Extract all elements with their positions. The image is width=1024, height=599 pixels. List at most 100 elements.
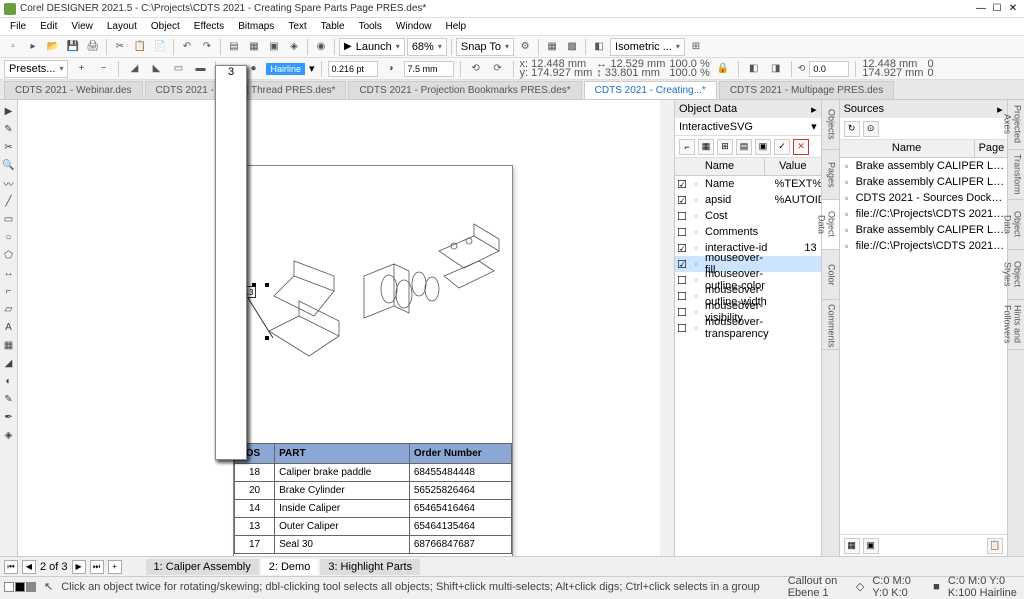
pb3[interactable]: ▭: [169, 60, 187, 78]
data-field-row[interactable]: ☑▫Name%TEXT%: [675, 176, 821, 192]
remove-preset-button[interactable]: −: [94, 60, 112, 78]
od-btn4[interactable]: ▤: [736, 139, 752, 155]
t1[interactable]: ▤: [225, 38, 243, 56]
launch-dropdown[interactable]: ▶ Launch ▾: [339, 38, 405, 56]
t8[interactable]: ⊞: [687, 38, 705, 56]
source-row[interactable]: ▫Brake assembly CALIPER LIST.xls3: [840, 222, 1007, 238]
doc-tab[interactable]: CDTS 2021 - Webinar.des: [4, 81, 143, 99]
transparency-tool[interactable]: ◐: [0, 372, 17, 390]
data-field-row[interactable]: ☐▫Cost: [675, 208, 821, 224]
page-tab[interactable]: 3: Highlight Parts: [320, 559, 420, 575]
last-page-button[interactable]: ⏭: [90, 560, 104, 574]
lock-ratio-button[interactable]: 🔒: [714, 60, 732, 78]
vertical-scrollbar[interactable]: [660, 100, 674, 556]
outline-tool[interactable]: ✒: [0, 408, 17, 426]
selector-label[interactable]: InteractiveSVG: [679, 121, 753, 133]
crop-tool[interactable]: ✂: [0, 138, 17, 156]
fill-swatch-icon[interactable]: ◇: [856, 580, 864, 593]
next-page-button[interactable]: ▶: [72, 560, 86, 574]
freehand-tool[interactable]: 〰: [0, 174, 17, 192]
projection-dropdown[interactable]: Isometric ... ▾: [610, 38, 685, 56]
add-preset-button[interactable]: +: [72, 60, 90, 78]
snap-dropdown[interactable]: Snap To ▾: [456, 38, 514, 56]
menu-window[interactable]: Window: [390, 19, 438, 34]
docker-menu-icon[interactable]: ▸: [811, 103, 817, 116]
show-rulers[interactable]: ◉: [312, 38, 330, 56]
data-field-row[interactable]: ☑▫apsid%AUTOID%: [675, 192, 821, 208]
zoom-combo[interactable]: 68% ▾: [407, 38, 447, 56]
close-button[interactable]: ✕: [1006, 2, 1020, 16]
callout-tool[interactable]: ▱: [0, 300, 17, 318]
doc-tab[interactable]: CDTS 2021 - Creating...*: [584, 81, 717, 99]
recent-colors[interactable]: [4, 582, 36, 592]
prev-page-button[interactable]: ◀: [22, 560, 36, 574]
new-button[interactable]: ▫: [4, 38, 22, 56]
docker-tab[interactable]: Objects: [822, 100, 839, 150]
table-tool[interactable]: ▦: [0, 336, 17, 354]
connector-tool[interactable]: ⌐: [0, 282, 17, 300]
line-tool[interactable]: ╱: [0, 192, 17, 210]
fill-tool[interactable]: ◢: [0, 354, 17, 372]
pb1[interactable]: ◢: [125, 60, 143, 78]
rectangle-tool[interactable]: ▭: [0, 210, 17, 228]
menu-text[interactable]: Text: [282, 19, 312, 34]
eyedropper-tool[interactable]: ✎: [0, 390, 17, 408]
doc-tab[interactable]: CDTS 2021 - Multipage PRES.des: [719, 81, 894, 99]
source-row[interactable]: ▫Brake assembly CALIPER LIST.xls1: [840, 158, 1007, 174]
presets-dropdown[interactable]: Presets... ▾: [4, 60, 68, 78]
menu-file[interactable]: File: [4, 19, 32, 34]
pt-input[interactable]: [328, 61, 378, 77]
t6[interactable]: ▩: [563, 38, 581, 56]
source-row[interactable]: ▫file://C:\Projects\CDTS 2021 - Crea...2: [840, 206, 1007, 222]
mm-input[interactable]: [404, 61, 454, 77]
docker-tab[interactable]: Object Data: [1008, 200, 1024, 250]
source-row[interactable]: ▫CDTS 2021 - Sources Docker PRES...: [840, 190, 1007, 206]
menu-object[interactable]: Object: [145, 19, 186, 34]
outline-width[interactable]: Hairline: [266, 63, 305, 75]
pb7[interactable]: ◑: [382, 60, 400, 78]
cut-button[interactable]: ✂: [111, 38, 129, 56]
pb8[interactable]: ⟲: [467, 60, 485, 78]
od-btn2[interactable]: ▦: [698, 139, 714, 155]
maximize-button[interactable]: ☐: [990, 2, 1004, 16]
paste-button[interactable]: 📄: [151, 38, 169, 56]
docker-tab[interactable]: Comments: [822, 300, 839, 350]
src-footer-btn2[interactable]: ▣: [863, 538, 879, 554]
t5[interactable]: ▦: [543, 38, 561, 56]
pb9[interactable]: ⟳: [489, 60, 507, 78]
docker-tab[interactable]: Object Data: [822, 200, 839, 250]
t2[interactable]: ▦: [245, 38, 263, 56]
pb2[interactable]: ◣: [147, 60, 165, 78]
data-field-row[interactable]: ☐▫Comments: [675, 224, 821, 240]
ellipse-tool[interactable]: ○: [0, 228, 17, 246]
pb6[interactable]: ●: [244, 60, 262, 78]
od-btn5[interactable]: ▣: [755, 139, 771, 155]
od-delete-button[interactable]: ✕: [793, 139, 809, 155]
t4[interactable]: ◈: [285, 38, 303, 56]
save-button[interactable]: 💾: [64, 38, 82, 56]
redo-button[interactable]: ↷: [198, 38, 216, 56]
doc-tab[interactable]: CDTS 2021 - Projection Bookmarks PRES.de…: [348, 81, 581, 99]
od-btn3[interactable]: ⊞: [717, 139, 733, 155]
print-button[interactable]: 🖨: [84, 38, 102, 56]
menu-bitmaps[interactable]: Bitmaps: [232, 19, 280, 34]
angle-input[interactable]: [809, 61, 849, 77]
docker-tab[interactable]: Object Styles: [1008, 250, 1024, 300]
data-field-row[interactable]: ☐▫mouseover-transparency: [675, 320, 821, 336]
od-btn6[interactable]: ✓: [774, 139, 790, 155]
docker-tab[interactable]: Color: [822, 250, 839, 300]
menu-table[interactable]: Table: [315, 19, 351, 34]
t7[interactable]: ◧: [590, 38, 608, 56]
menu-view[interactable]: View: [65, 19, 99, 34]
open-button[interactable]: ▸: [24, 38, 42, 56]
first-page-button[interactable]: ⏮: [4, 560, 18, 574]
add-page-button[interactable]: +: [108, 560, 122, 574]
src-btn2[interactable]: ⊙: [863, 121, 879, 137]
src-footer-btn3[interactable]: 📋: [987, 538, 1003, 554]
options-button[interactable]: ⚙: [516, 38, 534, 56]
minimize-button[interactable]: —: [974, 2, 988, 16]
page-tab[interactable]: 1: Caliper Assembly: [146, 559, 259, 575]
docker-tab[interactable]: Projected Axes: [1008, 100, 1024, 150]
menu-effects[interactable]: Effects: [188, 19, 230, 34]
text-tool[interactable]: A: [0, 318, 17, 336]
